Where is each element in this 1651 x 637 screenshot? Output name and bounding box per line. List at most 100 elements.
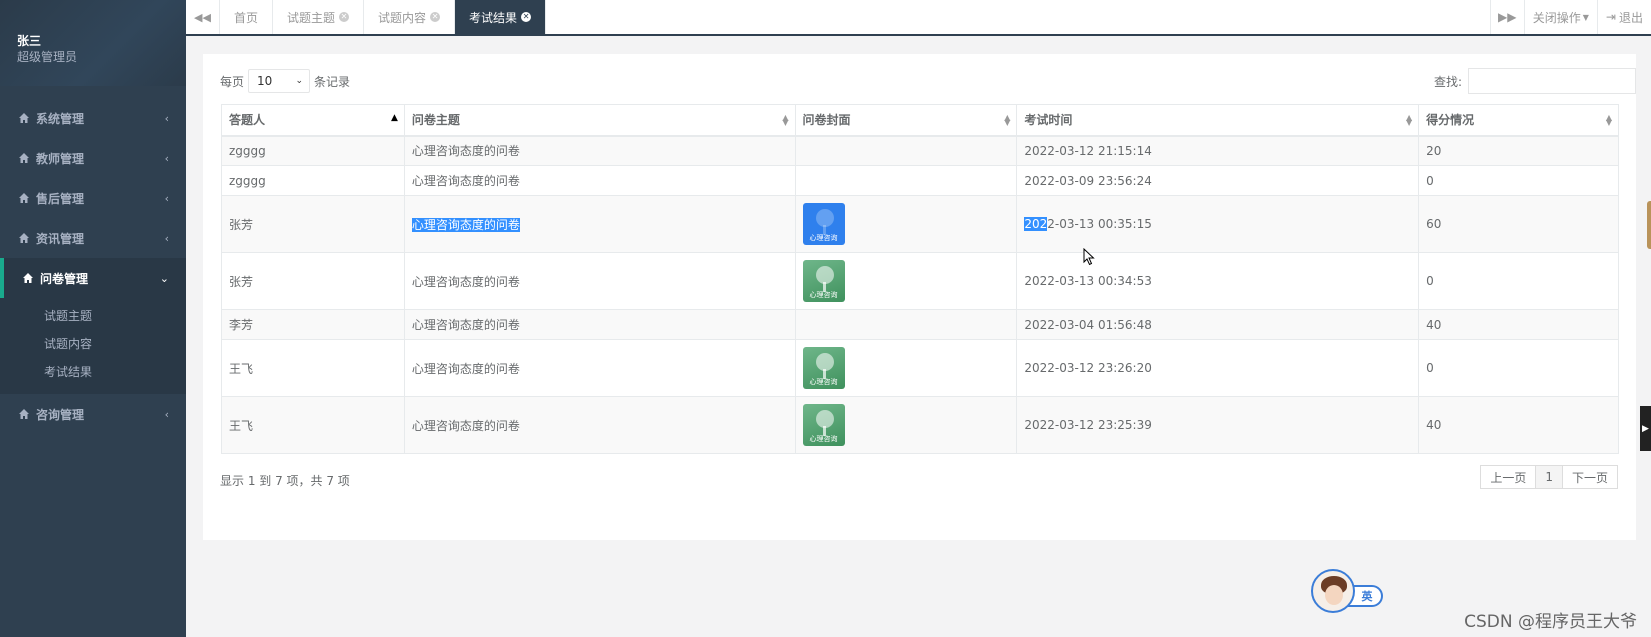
close-operations-dropdown[interactable]: 关闭操作 ▼ — [1523, 0, 1597, 34]
cell-topic: 心理咨询态度的问卷 — [403, 309, 796, 340]
cell-time: 2022-03-04 01:56:48 — [1016, 309, 1420, 340]
table-row: 李芳 心理咨询态度的问卷 2022-03-04 01:56:48 40 — [221, 309, 1619, 340]
logout-label: 退出 — [1618, 10, 1643, 25]
column-header-answerer[interactable]: 答题人 ▲ — [221, 104, 405, 137]
side-panel-toggle[interactable]: ▶ — [1640, 406, 1651, 451]
tabs-scroll-left-icon[interactable]: ◀◀ — [186, 0, 220, 34]
cell-topic: 心理咨询态度的问卷 — [403, 339, 796, 397]
cell-cover: 心理咨询 — [794, 339, 1018, 397]
search-input[interactable] — [1468, 68, 1636, 94]
cell-cover: 心理咨询 — [794, 252, 1018, 310]
tab-exam-result[interactable]: 考试结果 ✕ — [455, 0, 547, 34]
cell-topic: 心理咨询态度的问卷 — [403, 252, 796, 310]
tab-home[interactable]: 首页 — [220, 0, 274, 34]
sidebar: 张三 超级管理员 系统管理 ‹ 教师管理 ‹ 售后管理 ‹ 资讯管理 ‹ 问卷管… — [0, 0, 186, 637]
close-icon[interactable]: ✕ — [339, 12, 350, 22]
page-size-value: 10 — [257, 74, 273, 88]
cell-score: 60 — [1418, 195, 1619, 253]
home-icon — [18, 232, 30, 244]
cover-thumbnail[interactable]: 心理咨询 — [802, 404, 845, 446]
page-size-select[interactable]: 10 ⌄ — [248, 69, 311, 93]
cell-answerer: zgggg — [221, 135, 405, 166]
home-icon — [18, 192, 30, 204]
logout-icon: ⇥ — [1605, 10, 1616, 24]
submenu-question-content[interactable]: 试题内容 — [0, 330, 186, 358]
home-icon — [18, 112, 30, 124]
edge-tab[interactable] — [1647, 201, 1651, 249]
chevron-left-icon: ‹ — [164, 407, 169, 421]
nav-label: 教师管理 — [36, 151, 85, 166]
close-icon[interactable]: ✕ — [430, 12, 441, 22]
cell-score: 0 — [1418, 339, 1619, 397]
logout-button[interactable]: ⇥ 退出 — [1596, 0, 1651, 34]
table-row: 王飞 心理咨询态度的问卷 心理咨询 2022-03-12 23:25:39 40 — [221, 396, 1619, 454]
nav-survey[interactable]: 问卷管理 ⌄ — [0, 258, 186, 298]
page-size-control: 每页 10 ⌄ 条记录 — [220, 69, 350, 93]
pagination: 上一页 1 下一页 — [1480, 465, 1618, 489]
ime-widget[interactable]: 英 — [1311, 569, 1383, 613]
column-header-topic[interactable]: 问卷主题 ▲ ▼ — [403, 104, 796, 137]
submenu-exam-result[interactable]: 考试结果 — [0, 358, 186, 386]
nav-consult[interactable]: 咨询管理 ‹ — [0, 394, 186, 434]
chevron-left-icon: ‹ — [164, 231, 169, 245]
time-rest: 2-03-13 00:35:15 — [1047, 217, 1152, 231]
cell-topic: 心理咨询态度的问卷 — [403, 195, 796, 253]
nav-aftersales[interactable]: 售后管理 ‹ — [0, 178, 186, 218]
cell-answerer: 李芳 — [221, 309, 405, 340]
chevron-left-icon: ‹ — [164, 151, 169, 165]
nav-label: 问卷管理 — [40, 271, 89, 286]
user-profile: 张三 超级管理员 — [0, 0, 186, 86]
close-icon[interactable]: ✕ — [521, 12, 532, 22]
tab-question-content[interactable]: 试题内容 ✕ — [364, 0, 456, 34]
cell-time: 2022-03-09 23:56:24 — [1016, 165, 1420, 196]
cell-topic: 心理咨询态度的问卷 — [403, 165, 796, 196]
cell-cover — [794, 165, 1018, 196]
submenu-question-topic[interactable]: 试题主题 — [0, 302, 186, 330]
cell-topic: 心理咨询态度的问卷 — [403, 135, 796, 166]
cell-cover — [794, 135, 1018, 166]
chevron-left-icon: ‹ — [164, 191, 169, 205]
cover-caption: 心理咨询 — [809, 435, 838, 443]
header-label: 问卷主题 — [411, 113, 460, 128]
cover-thumbnail[interactable]: 心理咨询 — [802, 203, 845, 245]
user-name: 张三 — [17, 34, 42, 48]
prev-page-button[interactable]: 上一页 — [1480, 465, 1537, 489]
cover-thumbnail[interactable]: 心理咨询 — [802, 347, 845, 389]
column-header-time[interactable]: 考试时间 ▲ ▼ — [1016, 104, 1420, 137]
nav-news[interactable]: 资讯管理 ‹ — [0, 218, 186, 258]
column-header-cover[interactable]: 问卷封面 ▲ ▼ — [794, 104, 1018, 137]
cell-answerer: zgggg — [221, 165, 405, 196]
caret-down-icon: ▼ — [1582, 12, 1589, 22]
cell-time: 2022-03-13 00:35:15 — [1016, 195, 1420, 253]
next-page-button[interactable]: 下一页 — [1561, 465, 1618, 489]
page-1-button[interactable]: 1 — [1535, 465, 1563, 489]
home-icon — [18, 408, 30, 420]
column-header-score[interactable]: 得分情况 ▲ ▼ — [1418, 104, 1619, 137]
cell-score: 20 — [1418, 135, 1619, 166]
nav-label: 咨询管理 — [36, 407, 85, 422]
close-ops-label: 关闭操作 — [1532, 10, 1581, 25]
nav-teacher[interactable]: 教师管理 ‹ — [0, 138, 186, 178]
cell-time: 2022-03-12 23:25:39 — [1016, 396, 1420, 454]
search-control: 查找: — [1434, 68, 1636, 94]
content-panel: 每页 10 ⌄ 条记录 查找: 答题人 ▲ 问卷主题 ▲ ▼ 问卷封面 ▲ ▼ 考试时间 ▲… — [203, 54, 1636, 540]
cell-answerer: 王飞 — [221, 339, 405, 397]
sort-asc-icon: ▲ — [390, 113, 398, 123]
tabs-scroll-right-icon[interactable]: ▶▶ — [1489, 0, 1524, 34]
cell-time: 2022-03-12 21:15:14 — [1016, 135, 1420, 166]
cover-thumbnail[interactable]: 心理咨询 — [802, 260, 845, 302]
table-row: 王飞 心理咨询态度的问卷 心理咨询 2022-03-12 23:26:20 0 — [221, 339, 1619, 397]
nav-system[interactable]: 系统管理 ‹ — [0, 98, 186, 138]
tabs-bar: ◀◀ 首页 试题主题 ✕ 试题内容 ✕ 考试结果 ✕ ▶▶ 关闭操作 ▼ ⇥ 退… — [186, 0, 1651, 36]
tab-tools: ▶▶ 关闭操作 ▼ ⇥ 退出 — [1489, 0, 1651, 34]
user-role: 超级管理员 — [17, 50, 78, 64]
tabs: 首页 试题主题 ✕ 试题内容 ✕ 考试结果 ✕ — [220, 0, 547, 34]
per-page-suffix: 条记录 — [314, 74, 351, 89]
tab-question-topic[interactable]: 试题主题 ✕ — [273, 0, 365, 34]
cell-time: 2022-03-13 00:34:53 — [1016, 252, 1420, 310]
chevron-down-icon: ⌄ — [159, 271, 169, 285]
home-icon — [22, 272, 34, 284]
avatar — [1311, 569, 1355, 613]
cell-time: 2022-03-12 23:26:20 — [1016, 339, 1420, 397]
cell-score: 40 — [1418, 396, 1619, 454]
